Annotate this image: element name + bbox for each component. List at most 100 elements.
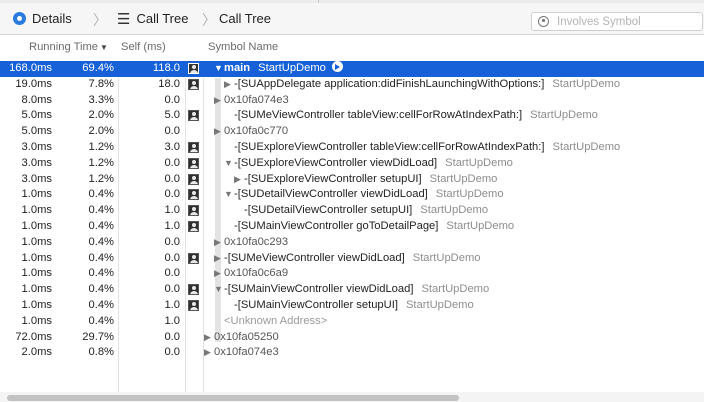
table-row[interactable]: 168.0ms 69.4% 118.0 ▼main StartUpDemo [0,61,704,77]
disclosure-expanded-icon[interactable]: ▼ [214,61,224,77]
library-name: StartUpDemo [420,204,489,217]
running-time-percent: 0.4% [88,314,115,327]
table-row[interactable]: 19.0ms 7.8% 18.0 ▶ -[SUAppDelegate applicati… [0,77,704,93]
disclosure-collapsed-icon[interactable]: ▶ [204,345,214,361]
table-row[interactable]: 1.0ms 0.4% 0.0 ▶ 0x10fa0c293 [0,235,704,251]
disclosure-collapsed-icon[interactable]: ▶ [214,235,224,251]
library-name: StartUpDemo [405,298,474,311]
symbol-cell: ▶ 0x10fa05250 [204,330,279,346]
details-label: Details [32,11,72,26]
running-time-percent: 0.8% [88,346,115,359]
symbol-name: <Unknown Address> [224,314,328,327]
running-time-percent: 0.4% [88,204,115,217]
table-row[interactable]: 1.0ms 0.4% 0.0 ▼-[SUDetailViewController vi… [0,187,704,203]
self-ms: 0.0 [164,267,180,280]
symbol-name: -[SUMeViewController viewDidLoad] [224,251,405,264]
disclosure-collapsed-icon[interactable]: ▶ [204,330,214,346]
running-time-percent: 0.4% [88,298,115,311]
library-name: StartUpDemo [435,188,504,201]
table-row[interactable]: 3.0ms 1.2% 0.0 ▼-[SUExploreViewController v… [0,156,704,172]
library-name: StartUpDemo [421,283,490,296]
details-icon [13,12,26,25]
call-tree-button[interactable]: ☰ Call Tree [117,3,188,34]
running-time-ms: 1.0ms [21,267,52,280]
table-row[interactable]: 1.0ms 0.4% 1.0 -[SUMainViewController goToD… [0,219,704,235]
disclosure-collapsed-icon[interactable]: ▶ [224,77,234,93]
table-row[interactable]: 1.0ms 0.4% 1.0 -[SUMainViewController setup… [0,298,704,314]
disclosure-expanded-icon[interactable]: ▼ [214,282,224,298]
symbol-name: 0x10fa0c770 [224,125,289,138]
user-code-icon [188,173,199,185]
symbol-cell: <Unknown Address> [214,314,327,330]
table-row[interactable]: 3.0ms 1.2% 3.0 -[SUExploreViewController ta… [0,140,704,156]
self-ms: 0.0 [164,93,180,106]
disclosure-expanded-icon[interactable]: ▼ [224,187,234,203]
symbol-name-header[interactable]: Symbol Name [208,41,278,53]
disclosure-collapsed-icon[interactable]: ▶ [214,93,224,109]
running-time-percent: 1.2% [88,140,115,153]
symbol-cell: -[SUMainViewController setupUI] StartUpDe… [224,298,474,314]
running-time-header[interactable]: Running Time ▼ [29,41,108,53]
jump-bar: Details 〉 ☰ Call Tree 〉 Call Tree [0,3,704,35]
disclosure-collapsed-icon[interactable]: ▶ [214,251,224,267]
go-to-source-icon[interactable] [331,61,343,72]
table-row[interactable]: 1.0ms 0.4% 0.0 ▼-[SUMainViewController view… [0,282,704,298]
running-time-ms: 19.0ms [15,77,52,90]
symbol-cell: ▼main StartUpDemo [214,61,343,77]
symbol-cell: ▼-[SUDetailViewController viewDidLoad] St… [224,187,504,203]
table-row[interactable]: 5.0ms 2.0% 5.0 -[SUMeViewController tableVi… [0,108,704,124]
symbol-name: 0x10fa0c293 [224,235,289,248]
self-ms: 0.0 [164,283,180,296]
disclosure-collapsed-icon[interactable]: ▶ [234,172,244,188]
self-ms: 1.0 [164,219,180,232]
running-time-percent: 1.2% [88,156,115,169]
running-time-percent: 3.3% [88,93,115,106]
involves-symbol-search[interactable] [531,12,703,31]
self-ms: 0.0 [164,156,180,169]
symbol-name: -[SUExploreViewController tableView:cell… [234,140,545,153]
running-time-ms: 1.0ms [21,219,52,232]
table-row[interactable]: 1.0ms 0.4% 1.0 <Unknown Address> [0,314,704,330]
library-name: StartUpDemo [552,77,621,90]
self-ms: 3.0 [164,140,180,153]
symbol-cell: -[SUMainViewController goToDetailPage] St… [224,219,514,235]
self-ms: 0.0 [164,330,180,343]
table-row[interactable]: 1.0ms 0.4% 0.0 ▶ -[SUMeViewController viewDi… [0,251,704,267]
scrollbar-thumb[interactable] [7,395,459,401]
running-time-percent: 0.4% [88,235,115,248]
running-time-percent: 0.4% [88,267,115,280]
user-code-icon [188,284,199,296]
running-time-ms: 5.0ms [21,125,52,138]
disclosure-collapsed-icon[interactable]: ▶ [214,266,224,282]
disclosure-collapsed-icon[interactable]: ▶ [214,124,224,140]
running-time-ms: 1.0ms [21,235,52,248]
self-ms: 0.0 [164,346,180,359]
running-time-percent: 69.4% [82,62,114,74]
table-row[interactable]: 1.0ms 0.4% 0.0 ▶ 0x10fa0c6a9 [0,266,704,282]
call-tree-table: 168.0ms 69.4% 118.0 ▼main StartUpDemo 19.0ms 7… [0,61,704,361]
table-row[interactable]: 1.0ms 0.4% 1.0 -[SUDetailViewController set… [0,203,704,219]
table-row[interactable]: 2.0ms 0.8% 0.0 ▶ 0x10fa074e3 [0,345,704,361]
self-header[interactable]: Self (ms) [121,41,166,53]
table-row[interactable]: 72.0ms 29.7% 0.0 ▶ 0x10fa05250 [0,330,704,346]
column-headers: Running Time ▼ Self (ms) Symbol Name [0,35,704,60]
self-ms: 0.0 [164,172,180,185]
symbol-name: -[SUDetailViewController setupUI] [244,204,413,217]
horizontal-scrollbar[interactable] [0,392,704,402]
self-ms: 5.0 [164,109,180,122]
symbol-cell: ▶ -[SUExploreViewController setupUI] Start… [234,172,497,188]
running-time-percent: 7.8% [88,77,115,90]
running-time-ms: 8.0ms [21,93,52,106]
breadcrumb-call-tree[interactable]: Call Tree [219,3,271,34]
search-input[interactable] [557,15,697,28]
symbol-name: 0x10fa0c6a9 [224,267,289,280]
user-code-icon [188,110,199,122]
details-button[interactable]: Details [13,3,72,34]
symbol-name: -[SUMainViewController viewDidLoad] [224,283,414,296]
user-code-icon [188,63,199,74]
table-row[interactable]: 5.0ms 2.0% 0.0 ▶ 0x10fa0c770 [0,124,704,140]
table-row[interactable]: 8.0ms 3.3% 0.0 ▶ 0x10fa074e3 [0,93,704,109]
running-time-percent: 2.0% [88,125,115,138]
disclosure-expanded-icon[interactable]: ▼ [224,156,234,172]
table-row[interactable]: 3.0ms 1.2% 0.0 ▶ -[SUExploreViewController s… [0,172,704,188]
